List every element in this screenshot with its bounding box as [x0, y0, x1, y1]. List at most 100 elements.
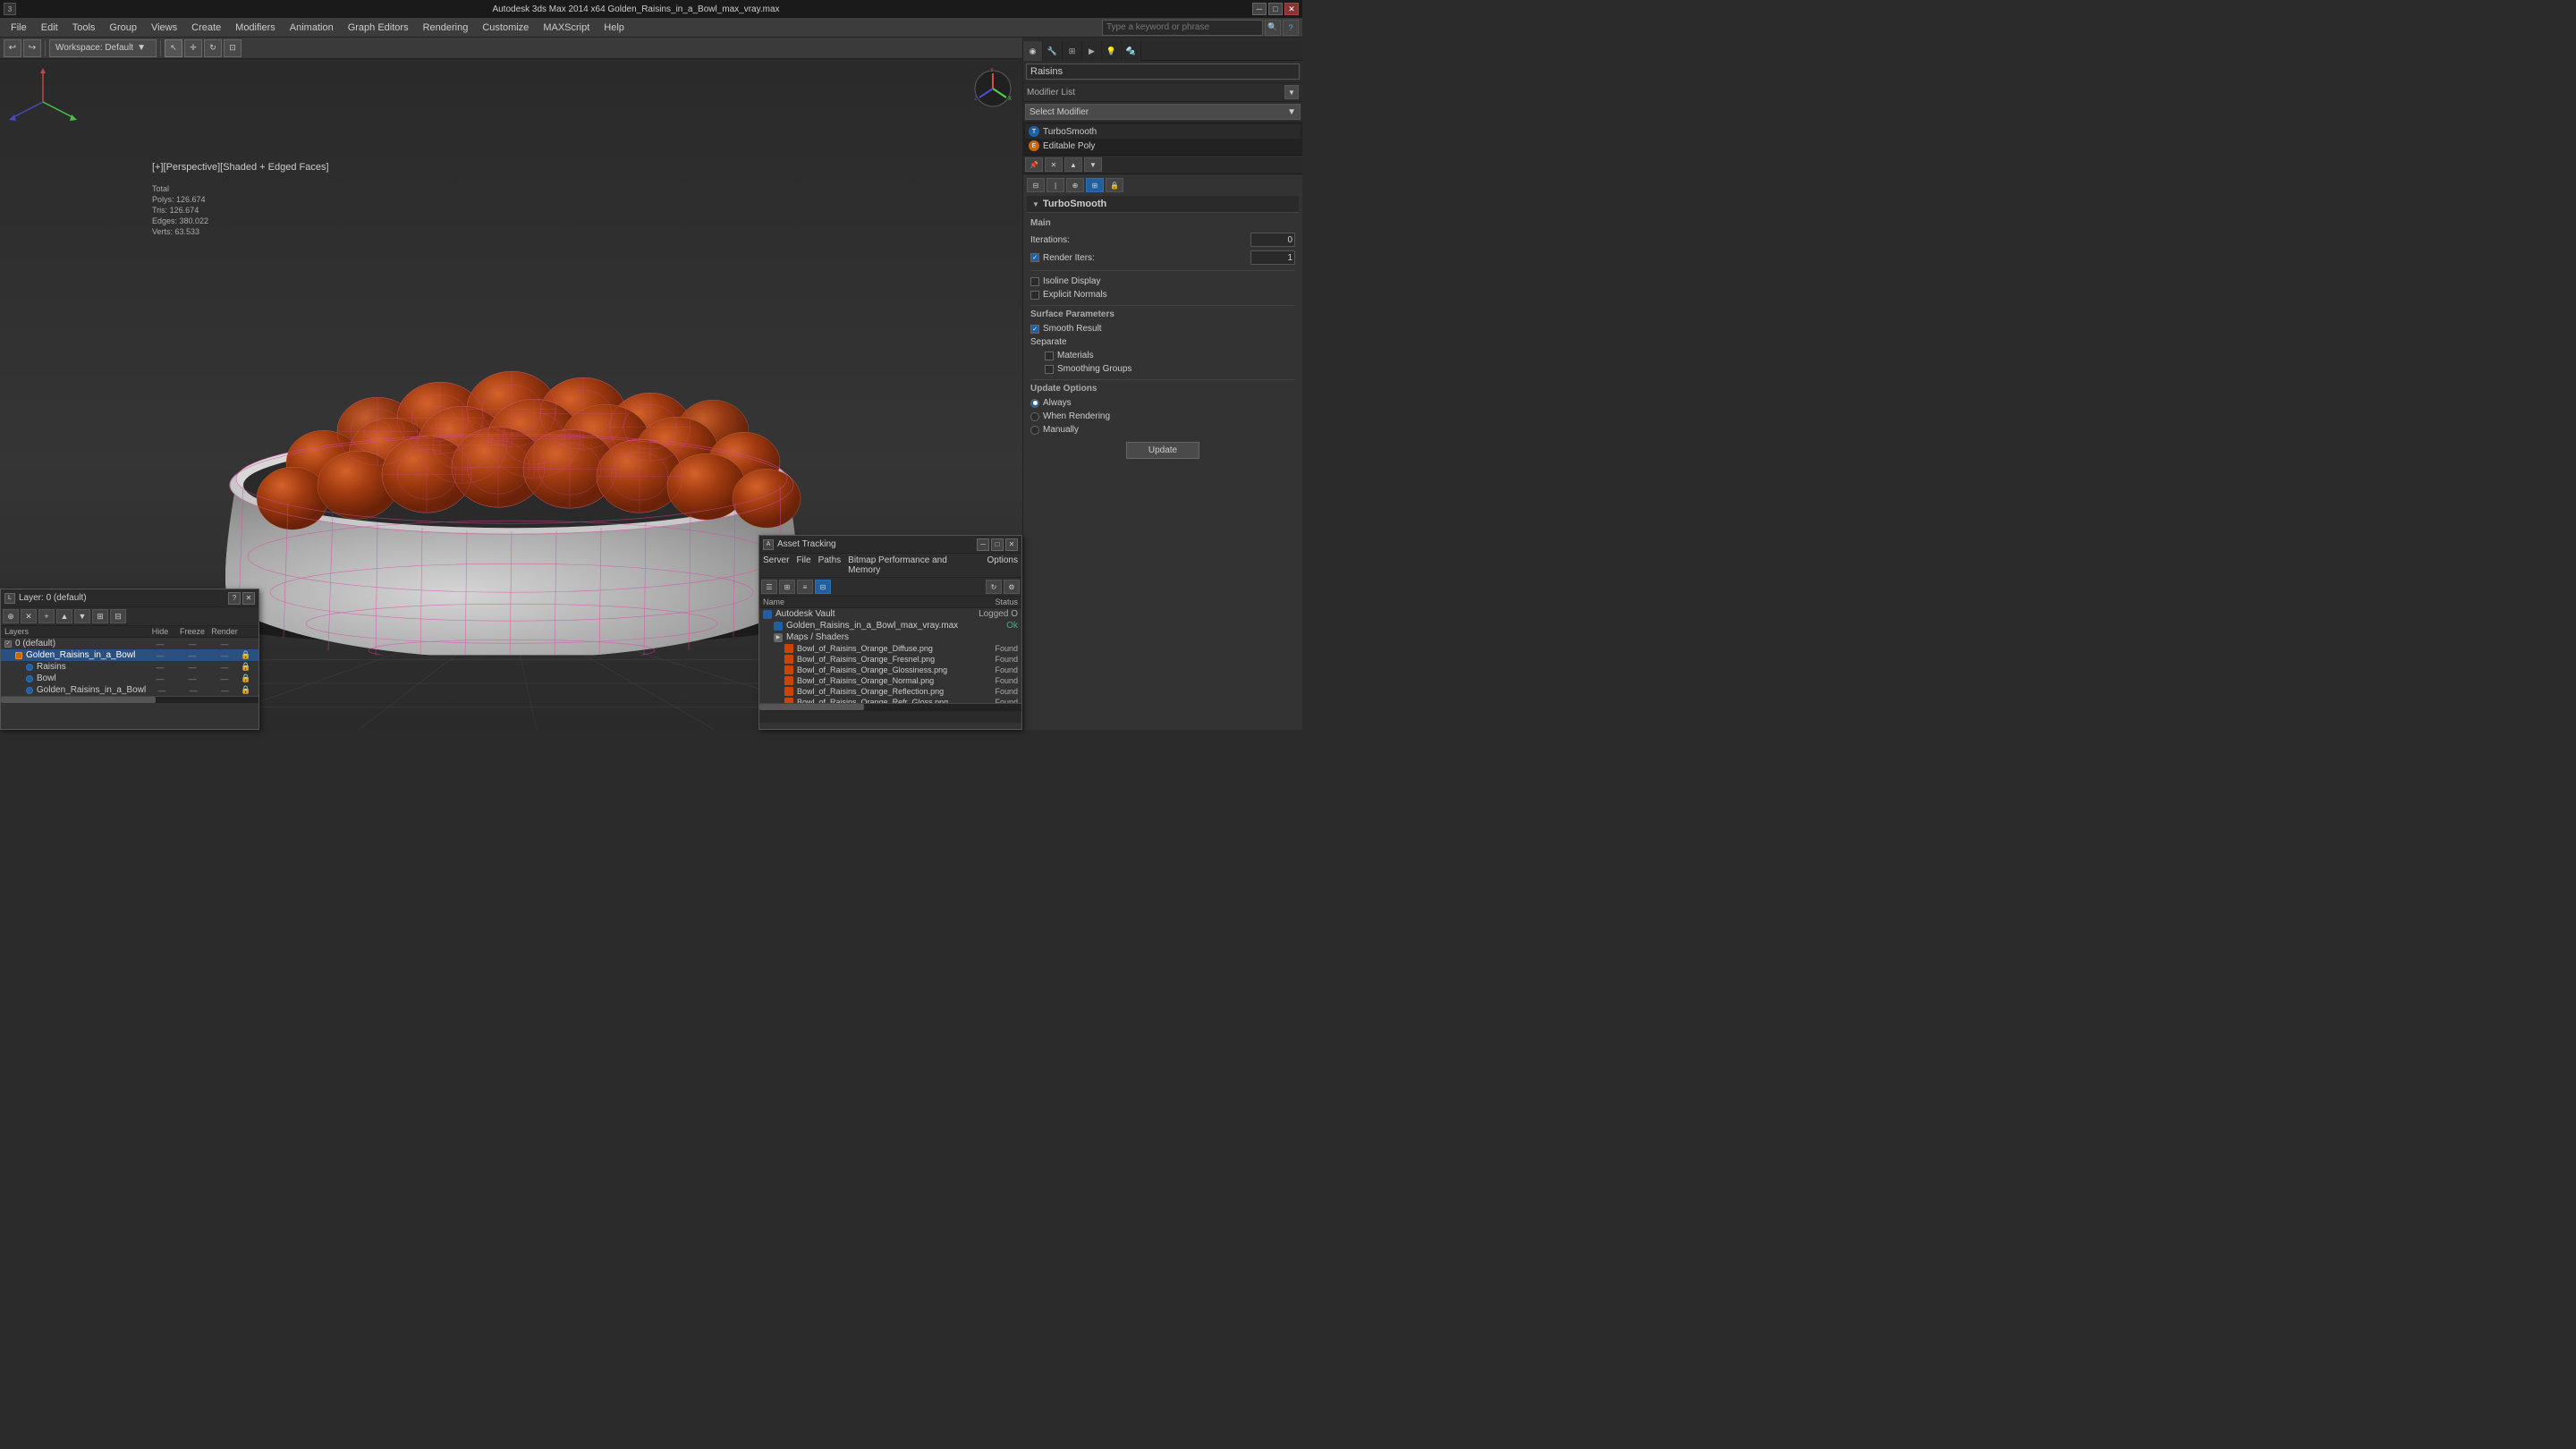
- tab-display[interactable]: ◉: [1023, 41, 1043, 61]
- layer-item-golden-raisins-bowl[interactable]: Golden_Raisins_in_a_Bowl — — — 🔒: [1, 649, 258, 661]
- menu-help[interactable]: Help: [597, 21, 631, 35]
- ts-icon-3[interactable]: ⊕: [1066, 178, 1084, 192]
- search-icon[interactable]: 🔍: [1265, 20, 1281, 36]
- asset-tb-detail[interactable]: ≡: [797, 580, 813, 594]
- layer-item-raisins[interactable]: Raisins — — — 🔒: [1, 661, 258, 673]
- tab-hierarchy[interactable]: ⊞: [1063, 41, 1082, 61]
- always-radio[interactable]: [1030, 399, 1039, 408]
- layer-move-dn-btn[interactable]: ▼: [74, 609, 90, 623]
- layer-new-btn[interactable]: ⊕: [3, 609, 19, 623]
- smooth-result-checkbox[interactable]: ✓: [1030, 325, 1039, 334]
- asset-tb-icons[interactable]: ⊞: [779, 580, 795, 594]
- menu-tools[interactable]: Tools: [65, 21, 103, 35]
- asset-item-diffuse[interactable]: Bowl_of_Raisins_Orange_Diffuse.png Found: [759, 643, 1021, 654]
- asset-menu-file[interactable]: File: [796, 555, 810, 575]
- layer-item-golden-raisins-bowl2[interactable]: Golden_Raisins_in_a_Bowl — — — 🔒: [1, 684, 258, 696]
- layer-item-bowl[interactable]: Bowl — — — 🔒: [1, 673, 258, 684]
- asset-item-fresnel[interactable]: Bowl_of_Raisins_Orange_Fresnel.png Found: [759, 654, 1021, 665]
- tab-motion[interactable]: ▶: [1082, 41, 1102, 61]
- mod-move-down-btn[interactable]: ▼: [1084, 157, 1102, 172]
- when-rendering-radio[interactable]: [1030, 412, 1039, 421]
- ts-icon-4[interactable]: ⊞: [1086, 178, 1104, 192]
- asset-menu-server[interactable]: Server: [763, 555, 789, 575]
- menu-edit[interactable]: Edit: [34, 21, 65, 35]
- mod-pin-btn[interactable]: 📌: [1025, 157, 1043, 172]
- tab-modify[interactable]: 🔧: [1043, 41, 1063, 61]
- asset-item-refr-gloss[interactable]: Bowl_of_Raisins_Orange_Refr_Gloss.png Fo…: [759, 697, 1021, 703]
- window-controls[interactable]: ─ □ ✕: [1252, 3, 1299, 15]
- asset-menu-paths[interactable]: Paths: [818, 555, 842, 575]
- asset-tb-list[interactable]: ☰: [761, 580, 777, 594]
- asset-panel-maximize[interactable]: □: [991, 538, 1004, 551]
- menu-create[interactable]: Create: [184, 21, 228, 35]
- asset-item-fresnel-name: Bowl_of_Raisins_Orange_Fresnel.png: [797, 655, 964, 664]
- select-tool[interactable]: ↖: [165, 39, 182, 57]
- tab-display2[interactable]: 💡: [1102, 41, 1122, 61]
- scale-tool[interactable]: ⊡: [224, 39, 242, 57]
- asset-panel-close[interactable]: ✕: [1005, 538, 1018, 551]
- maximize-button[interactable]: □: [1268, 3, 1283, 15]
- iterations-input[interactable]: 0: [1250, 233, 1295, 247]
- object-name-field[interactable]: Raisins: [1026, 64, 1300, 80]
- layer-panel-help[interactable]: ?: [228, 592, 241, 605]
- isoline-checkbox[interactable]: [1030, 277, 1039, 286]
- menu-maxscript[interactable]: MAXScript: [536, 21, 597, 35]
- layer-panel-close[interactable]: ✕: [242, 592, 255, 605]
- ts-icon-2[interactable]: |: [1046, 178, 1064, 192]
- asset-item-normal[interactable]: Bowl_of_Raisins_Orange_Normal.png Found: [759, 675, 1021, 686]
- layer-move-up-btn[interactable]: ▲: [56, 609, 72, 623]
- layer-expand-btn[interactable]: ⊞: [92, 609, 108, 623]
- asset-item-vault[interactable]: Autodesk Vault Logged O: [759, 608, 1021, 620]
- mod-move-up-btn[interactable]: ▲: [1064, 157, 1082, 172]
- turbosmooth-header[interactable]: ▼ TurboSmooth: [1027, 196, 1299, 213]
- asset-panel-title: Asset Tracking: [777, 539, 836, 549]
- menu-modifiers[interactable]: Modifiers: [228, 21, 283, 35]
- menu-customize[interactable]: Customize: [475, 21, 536, 35]
- move-tool[interactable]: ✛: [184, 39, 202, 57]
- render-iters-input[interactable]: [1250, 250, 1295, 265]
- modifier-editablepoly[interactable]: E Editable Poly: [1025, 139, 1301, 153]
- menu-group[interactable]: Group: [102, 21, 144, 35]
- rotate-tool[interactable]: ↻: [204, 39, 222, 57]
- close-button[interactable]: ✕: [1284, 3, 1299, 15]
- asset-menu-bitmap[interactable]: Bitmap Performance and Memory: [848, 555, 979, 575]
- menu-graph-editors[interactable]: Graph Editors: [341, 21, 416, 35]
- asset-tb-settings[interactable]: ⚙: [1004, 580, 1020, 594]
- asset-item-reflection[interactable]: Bowl_of_Raisins_Orange_Reflection.png Fo…: [759, 686, 1021, 697]
- update-button[interactable]: Update: [1126, 442, 1199, 459]
- smoothing-groups-checkbox[interactable]: [1045, 365, 1054, 374]
- minimize-button[interactable]: ─: [1252, 3, 1267, 15]
- search-input[interactable]: [1102, 20, 1263, 36]
- layer-collapse-btn[interactable]: ⊟: [110, 609, 126, 623]
- ts-icon-1[interactable]: ⊟: [1027, 178, 1045, 192]
- asset-item-glossiness[interactable]: Bowl_of_Raisins_Orange_Glossiness.png Fo…: [759, 665, 1021, 675]
- layer-delete-btn[interactable]: ✕: [21, 609, 37, 623]
- asset-tb-active[interactable]: ⊟: [815, 580, 831, 594]
- help-icon[interactable]: ?: [1283, 20, 1299, 36]
- ts-icon-5[interactable]: 🔒: [1106, 178, 1123, 192]
- toolbar-redo[interactable]: ↪: [23, 39, 41, 57]
- asset-tb-refresh[interactable]: ↻: [986, 580, 1002, 594]
- modifier-dropdown[interactable]: Select Modifier▼: [1025, 104, 1301, 120]
- render-iters-checkbox[interactable]: ✓: [1030, 253, 1039, 262]
- asset-item-max-file[interactable]: Golden_Raisins_in_a_Bowl_max_vray.max Ok: [759, 620, 1021, 631]
- modifier-turbosmooth[interactable]: T TurboSmooth: [1025, 124, 1301, 139]
- layer-add-sel-btn[interactable]: +: [38, 609, 55, 623]
- mod-delete-btn[interactable]: ✕: [1045, 157, 1063, 172]
- menu-animation[interactable]: Animation: [283, 21, 341, 35]
- menu-file[interactable]: File: [4, 21, 34, 35]
- toolbar-undo[interactable]: ↩: [4, 39, 21, 57]
- materials-checkbox[interactable]: [1045, 352, 1054, 360]
- asset-menu-options[interactable]: Options: [987, 555, 1018, 575]
- workspace-dropdown[interactable]: Workspace: Default▼: [49, 39, 157, 57]
- asset-panel-minimize[interactable]: ─: [977, 538, 989, 551]
- explicit-normals-checkbox[interactable]: [1030, 291, 1039, 300]
- manually-radio[interactable]: [1030, 426, 1039, 435]
- menu-views[interactable]: Views: [144, 21, 184, 35]
- asset-item-max-name: Golden_Raisins_in_a_Bowl_max_vray.max: [786, 621, 964, 631]
- asset-item-maps[interactable]: ▶ Maps / Shaders: [759, 631, 1021, 643]
- menu-rendering[interactable]: Rendering: [416, 21, 476, 35]
- layer-item-default[interactable]: ✓ 0 (default) — — —: [1, 638, 258, 649]
- tab-utilities[interactable]: 🔩: [1122, 41, 1141, 61]
- modifier-list-dropdown-arrow[interactable]: ▼: [1284, 85, 1299, 99]
